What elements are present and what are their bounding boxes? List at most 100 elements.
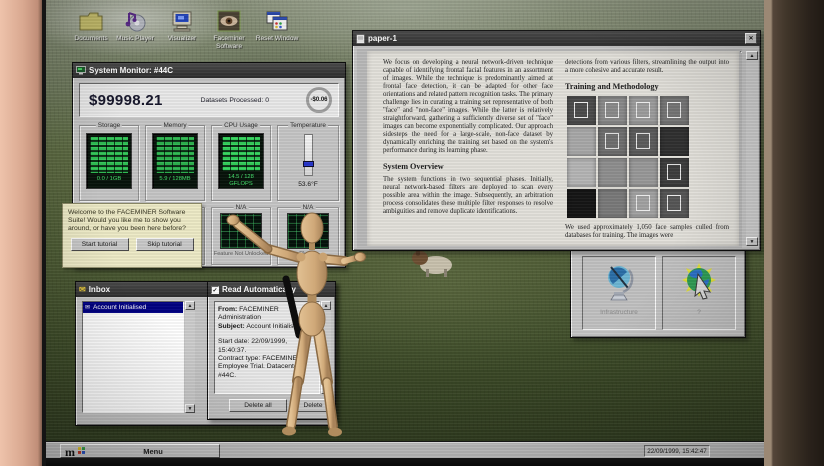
scroll-down-icon[interactable]: ▼ [185,404,195,413]
gauge-memory: Memory 5.9 / 128MB [145,125,205,201]
gauge-value: 53.6°F [278,181,338,188]
launcher-item-infrastructure[interactable]: Infrastructure [582,256,656,330]
launcher-item-unknown[interactable]: ? [662,256,736,330]
system-overview-paragraph: The system functions in two sequential p… [383,176,553,216]
face-detection-box [667,195,681,211]
desktop-icon-visualizer[interactable]: Visualizer [158,10,206,43]
window-title: Inbox [89,285,110,294]
paper-scrollbar[interactable]: ▲ ▼ [746,51,758,246]
gauge-cpu: CPU Usage 14.5 / 128 GFLOPS [211,125,271,201]
face-sample-thumbnail [567,158,596,187]
menu-logo: m [65,446,87,457]
memory-led-meter: 5.9 / 128MB [152,133,198,189]
gauge-storage: Storage 0.0 / 1GB [79,125,139,201]
section-heading-system-overview: System Overview [383,162,553,171]
abstract-paragraph: We focus on developing a neural network-… [383,59,553,155]
desktop-icon-faceminer[interactable]: Faceminer Software [205,10,253,50]
balance-value: $99998.21 [89,92,163,109]
desktop-icon-label: Faceminer Software [205,35,253,50]
close-icon[interactable]: ✕ [745,33,757,44]
globe-cursor-icon [681,262,717,302]
envelope-icon: ✉ [85,304,90,311]
desktop-icon-label: Music Player [111,35,159,43]
face-detection-box [605,133,619,149]
menu-button[interactable]: m Menu [60,444,220,458]
paper-left-column: We focus on developing a neural network-… [383,59,553,240]
face-sample-thumbnail [567,189,596,218]
face-detection-box [574,102,588,118]
paper-content-area: We focus on developing a neural network-… [357,49,742,248]
gauge-label: Temperature [288,122,328,129]
computer-icon [169,10,195,32]
face-sample-thumbnail [629,158,658,187]
wooden-mannequin [220,195,385,445]
datasets-processed: Datasets Processed: 0 [201,97,269,104]
desktop-icon-label: Visualizer [158,35,206,43]
tooltip-text: Welcome to the FACEMINER Software Suite!… [68,209,196,234]
monitor-icon [76,66,86,75]
screen-bottom-edge [46,458,764,466]
face-detection-box [636,133,650,149]
face-detection-box [667,164,681,180]
menu-label: Menu [143,447,163,456]
folder-icon [78,10,104,32]
desktop-icon-label: Reset Window [253,35,301,43]
delta-gauge: -$0.06 [306,87,332,113]
face-sample-thumbnail [629,127,658,156]
paper-right-column: detections from various filters, streaml… [565,59,729,240]
face-sample-thumbnail [660,127,689,156]
face-sample-thumbnail [598,127,627,156]
skip-tutorial-button[interactable]: Skip tutorial [136,238,194,251]
inbox-message-list: ✉ Account Initialised [82,301,184,413]
window-title: paper-1 [368,34,397,43]
gauge-label: CPU Usage [222,122,260,129]
paper-window: paper-1 ✕ We focus on developing a neura… [352,30,761,251]
face-sample-thumbnail [567,96,596,125]
figure-caption: We used approximately 1,050 face samples… [565,224,729,240]
scroll-up-icon[interactable]: ▲ [746,51,758,60]
start-tutorial-button[interactable]: Start tutorial [71,238,129,251]
inbox-list-item-selected[interactable]: ✉ Account Initialised [83,302,183,313]
continuation-text: detections from various filters, streaml… [565,59,729,75]
gauge-value: 14.5 / 128 GFLOPS [219,174,263,187]
tutorial-tooltip: Welcome to the FACEMINER Software Suite!… [62,203,202,268]
face-detection-box [636,195,650,211]
face-sample-thumbnail [660,96,689,125]
gauge-value: 5.9 / 128MB [153,176,197,183]
gauge-label: Storage [96,122,122,129]
desktop-icon-music-player[interactable]: Music Player [111,10,159,43]
temperature-slider-handle[interactable] [303,161,314,167]
gauge-temperature: Temperature 53.6°F [277,125,339,201]
desktop-icon-label: Documents [67,35,115,43]
crt-monitor-photo: Documents Music Player Visualizer [0,0,824,466]
face-detection-box [605,102,619,118]
face-sample-thumbnail [629,189,658,218]
desktop-icon-reset-window[interactable]: Reset Window [253,10,301,43]
desk-globe-icon [601,262,637,302]
system-monitor-titlebar[interactable]: System Monitor: #44C [73,63,345,78]
face-sample-thumbnail [598,158,627,187]
scroll-down-icon[interactable]: ▼ [746,237,758,246]
face-sample-thumbnail [598,189,627,218]
scroll-up-icon[interactable]: ▲ [185,301,195,310]
inbox-list-scrollbar[interactable]: ▲ ▼ [185,301,195,413]
read-automatically-checkbox[interactable]: ✓ [211,286,219,294]
taskbar-clock: 22/09/1999, 15:42:47 [644,445,710,457]
window-title: System Monitor: #44C [89,66,173,75]
monitor-bezel-left [0,0,42,466]
taskbar: m Menu 22/09/1999, 15:42:47 [46,442,764,458]
desktop-icon-documents[interactable]: Documents [67,10,115,43]
screen-edge [42,0,46,466]
face-detection-box [667,102,681,118]
gauge-label: Memory [161,122,188,129]
windows-icon [264,10,290,32]
launcher-item-label: ? [663,309,735,316]
stat-strip: $99998.21 Datasets Processed: 0 -$0.06 [79,83,339,117]
paper-titlebar[interactable]: paper-1 ✕ [353,31,760,46]
paper-page: We focus on developing a neural network-… [367,51,739,246]
launcher-window: Infrastructure ? [570,247,746,338]
face-grid [567,96,729,218]
inbox-item-label: Account Initialised [93,304,146,311]
face-sample-thumbnail [567,127,596,156]
temperature-slider[interactable] [304,134,313,176]
